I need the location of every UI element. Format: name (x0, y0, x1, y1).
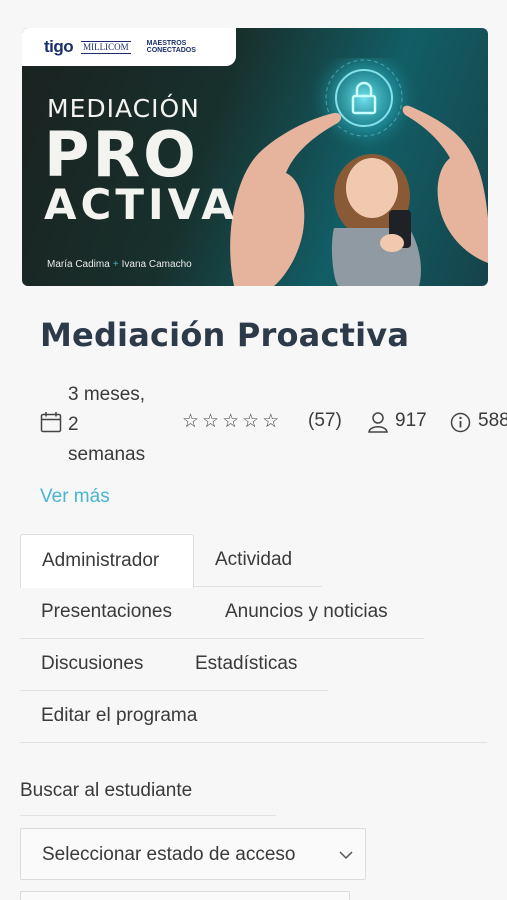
course-banner: tigo MILLICOM MAESTROS CONECTADOS MEDIAC… (22, 28, 488, 286)
info-icon (450, 412, 471, 433)
tab-anuncios-y-noticias[interactable]: Anuncios y noticias (225, 601, 388, 623)
tab-divider (20, 638, 424, 639)
chevron-down-icon (339, 851, 353, 860)
user-icon (368, 412, 388, 433)
tab-estadisticas[interactable]: Estadísticas (195, 653, 297, 675)
next-field-partial[interactable] (20, 891, 350, 900)
students-count: 917 (395, 410, 427, 431)
banner-title-line2: PRO (44, 118, 199, 191)
rating-count: (57) (308, 410, 342, 431)
access-status-select[interactable]: Seleccionar estado de acceso (20, 828, 366, 880)
star-outline-icon: ☆ (182, 411, 200, 432)
course-duration: 3 meses, 2 semanas (68, 384, 146, 465)
ver-mas-link[interactable]: Ver más (40, 486, 110, 508)
maestros-conectados-logo: MAESTROS CONECTADOS (146, 39, 196, 54)
calendar-icon (40, 412, 62, 433)
search-student-label: Buscar al estudiante (20, 780, 193, 801)
banner-authors: María Cadima + Ivana Camacho (47, 259, 192, 270)
page-title: Mediación Proactiva (40, 316, 410, 354)
banner-title-line3: ACTIVA (44, 180, 238, 229)
tab-discusiones[interactable]: Discusiones (41, 653, 143, 675)
tabs-bottom-border (20, 742, 487, 743)
tab-divider (194, 586, 322, 587)
tab-actividad[interactable]: Actividad (215, 549, 292, 571)
banner-illustration (230, 58, 488, 286)
access-status-value: Seleccionar estado de acceso (42, 844, 296, 865)
tab-divider (20, 587, 194, 588)
tab-editar-el-programa[interactable]: Editar el programa (41, 705, 197, 727)
tab-presentaciones[interactable]: Presentaciones (41, 601, 172, 623)
star-outline-icon: ☆ (242, 411, 260, 432)
course-meta: 3 meses, 2 semanas ☆ ☆ ☆ ☆ ☆ (57) 917 58… (40, 374, 507, 469)
star-outline-icon: ☆ (202, 411, 220, 432)
tigo-logo: tigo (44, 37, 74, 56)
millicom-logo: MILLICOM (81, 40, 131, 54)
tab-administrador[interactable]: Administrador (20, 534, 194, 588)
star-outline-icon: ☆ (222, 411, 240, 432)
tab-divider (20, 690, 328, 691)
info-value: 588 (478, 410, 507, 431)
star-outline-icon: ☆ (262, 411, 280, 432)
search-underline (20, 815, 276, 816)
partner-logos: tigo MILLICOM MAESTROS CONECTADOS (22, 28, 236, 66)
rating-stars: ☆ ☆ ☆ ☆ ☆ (182, 410, 279, 433)
